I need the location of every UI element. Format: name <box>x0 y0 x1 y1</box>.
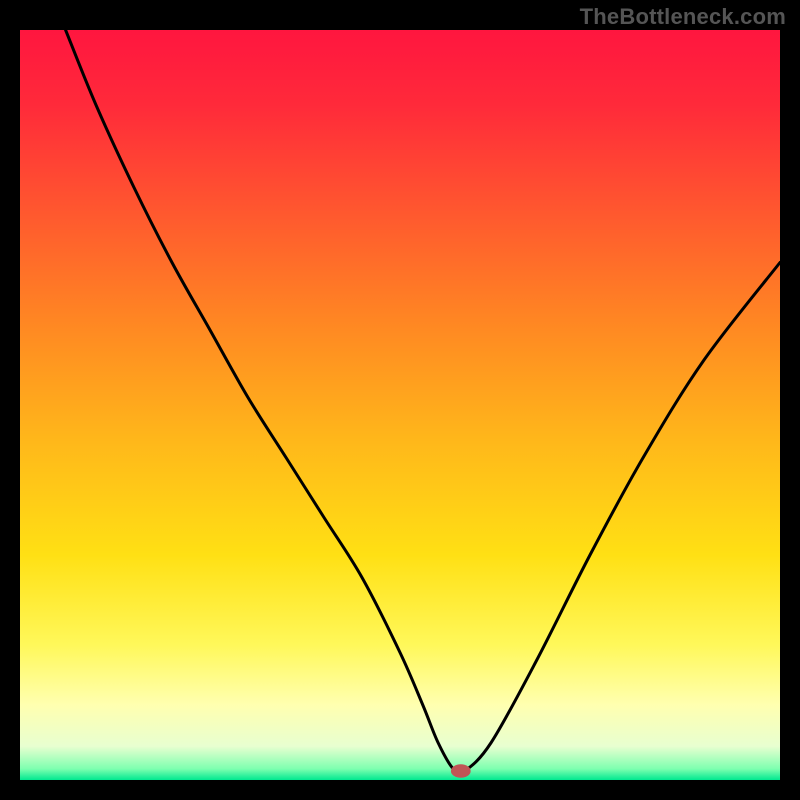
minimum-marker <box>451 764 471 778</box>
gradient-background <box>20 30 780 780</box>
bottleneck-chart <box>20 30 780 780</box>
watermark-text: TheBottleneck.com <box>580 4 786 30</box>
chart-frame: TheBottleneck.com <box>0 0 800 800</box>
